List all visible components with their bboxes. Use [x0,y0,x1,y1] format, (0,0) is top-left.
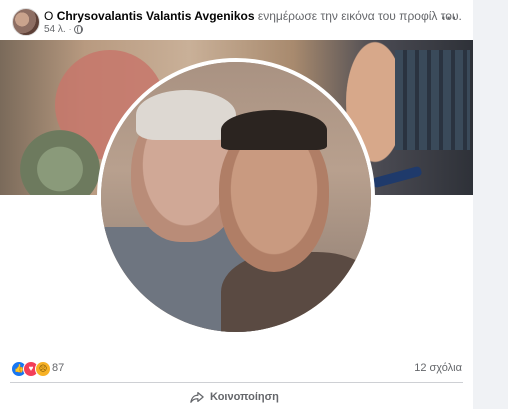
post-timestamp[interactable]: 54 λ. [44,24,66,35]
reaction-icons[interactable]: 👍 ♥ ☹ [11,361,51,377]
share-button[interactable]: Κοινοποίηση [190,388,279,406]
profile-picture[interactable] [97,58,375,336]
share-arrow-icon [190,392,204,403]
post-title-line: Ο Chrysovalantis Valantis Avgenikos ενημ… [44,9,462,23]
sad-icon: ☹ [35,361,51,377]
post-card: Ο Chrysovalantis Valantis Avgenikos ενημ… [0,0,473,409]
younger-man-sweater [221,252,371,332]
title-prefix: Ο [44,9,54,23]
share-label: Κοινοποίηση [210,391,279,403]
post-meta: 54 λ. · [44,24,84,35]
more-options-button[interactable]: ··· [437,10,461,30]
author-name-link[interactable]: Chrysovalantis Valantis Avgenikos [57,9,255,23]
author-avatar[interactable] [12,8,40,36]
reactions-bar: 👍 ♥ ☹ 87 12 σχόλια [0,358,473,380]
post-header: Ο Chrysovalantis Valantis Avgenikos ενημ… [0,0,473,40]
globe-icon [74,25,84,34]
post-action-text: ενημέρωσε την εικόνα του προφίλ του. [257,9,462,23]
comments-count-link[interactable]: 12 σχόλια [414,362,462,374]
action-divider [10,382,463,383]
cover-window-shape [395,50,470,150]
younger-man-hair [221,110,327,150]
cover-plant-shape [20,130,100,195]
page-gutter [473,0,508,409]
meta-separator: · [68,25,72,34]
reaction-count[interactable]: 87 [52,362,64,374]
